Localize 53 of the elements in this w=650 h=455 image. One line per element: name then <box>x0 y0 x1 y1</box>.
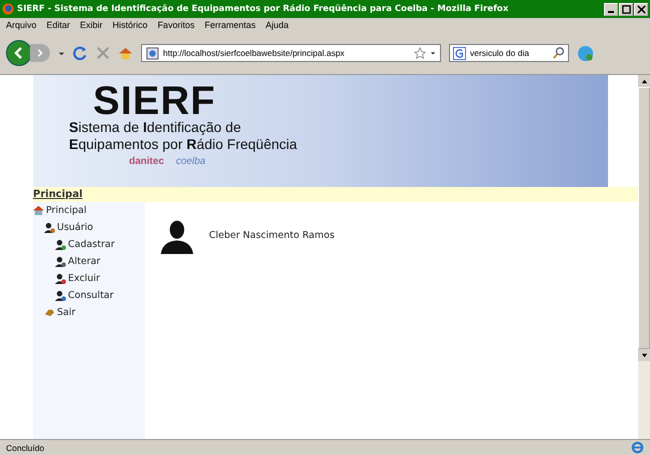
search-engine-icon[interactable] <box>453 46 466 60</box>
minimize-button[interactable] <box>604 2 618 16</box>
dropdown-arrow-icon[interactable] <box>430 50 436 56</box>
scrollbar[interactable] <box>638 75 650 439</box>
menu-item[interactable]: Histórico <box>112 20 148 30</box>
tree-item[interactable]: Sair <box>33 304 145 321</box>
exit-icon <box>44 307 55 318</box>
back-button[interactable] <box>6 40 32 66</box>
tree-item[interactable]: Excluir <box>33 270 145 287</box>
dropdown-arrow-icon[interactable] <box>58 50 65 56</box>
house-icon <box>33 205 44 216</box>
star-icon[interactable] <box>414 47 426 59</box>
tree-item[interactable]: Alterar <box>33 253 145 270</box>
page-icon <box>146 46 159 60</box>
user-icon <box>44 222 55 233</box>
user-icon <box>55 273 66 284</box>
maximize-button[interactable] <box>619 2 633 16</box>
browser-logo-icon <box>2 3 14 15</box>
scroll-up-icon[interactable] <box>640 78 648 84</box>
user-name: Cleber Nascimento Ramos <box>209 230 335 241</box>
close-button[interactable] <box>634 2 648 16</box>
home-icon[interactable] <box>118 46 133 60</box>
reload-icon[interactable] <box>73 46 88 60</box>
minimize-icon <box>608 10 614 12</box>
system-subtitle: Equipamentos por Rádio Freqüência <box>69 136 298 153</box>
tree-item[interactable]: Cadastrar <box>33 236 145 253</box>
partner-logo: danitec <box>129 156 164 167</box>
sierf-logo: SIERF <box>93 83 216 119</box>
system-subtitle: Sistema de Identificação de <box>69 119 242 136</box>
avatar-silhouette <box>159 218 195 254</box>
menu-item[interactable]: Editar <box>46 20 70 30</box>
search-icon[interactable] <box>553 47 565 59</box>
scroll-down-icon[interactable] <box>640 352 648 358</box>
user-icon <box>55 256 66 267</box>
search-field[interactable]: versiculo do dia <box>449 44 569 62</box>
menu-item[interactable]: Ferramentas <box>204 20 256 30</box>
breadcrumb-link[interactable]: Principal <box>33 189 82 200</box>
menu-item[interactable]: Ajuda <box>266 20 289 30</box>
menu-item[interactable]: Favoritos <box>158 20 195 30</box>
user-icon <box>55 290 66 301</box>
status-text: Concluído <box>6 442 44 452</box>
menu-item[interactable]: Arquivo <box>6 20 37 30</box>
menu-item[interactable]: Exibir <box>80 20 103 30</box>
maximize-icon <box>622 4 630 14</box>
close-icon <box>636 4 646 14</box>
window-title: SIERF - Sistema de Identificação de Equipamentos por Rádio Freqüência para Coelba - Mozilla Firefox <box>17 4 510 14</box>
tree-item[interactable]: Consultar <box>33 287 145 304</box>
address-field[interactable]: http://localhost/sierfcoelbawebsite/principal.aspx <box>141 44 441 62</box>
tree-item[interactable]: Usuário <box>33 219 145 236</box>
tree-item[interactable]: Principal <box>33 202 145 219</box>
browser-icon <box>631 441 644 454</box>
partner-logo: coelba <box>176 156 206 167</box>
user-icon <box>55 239 66 250</box>
